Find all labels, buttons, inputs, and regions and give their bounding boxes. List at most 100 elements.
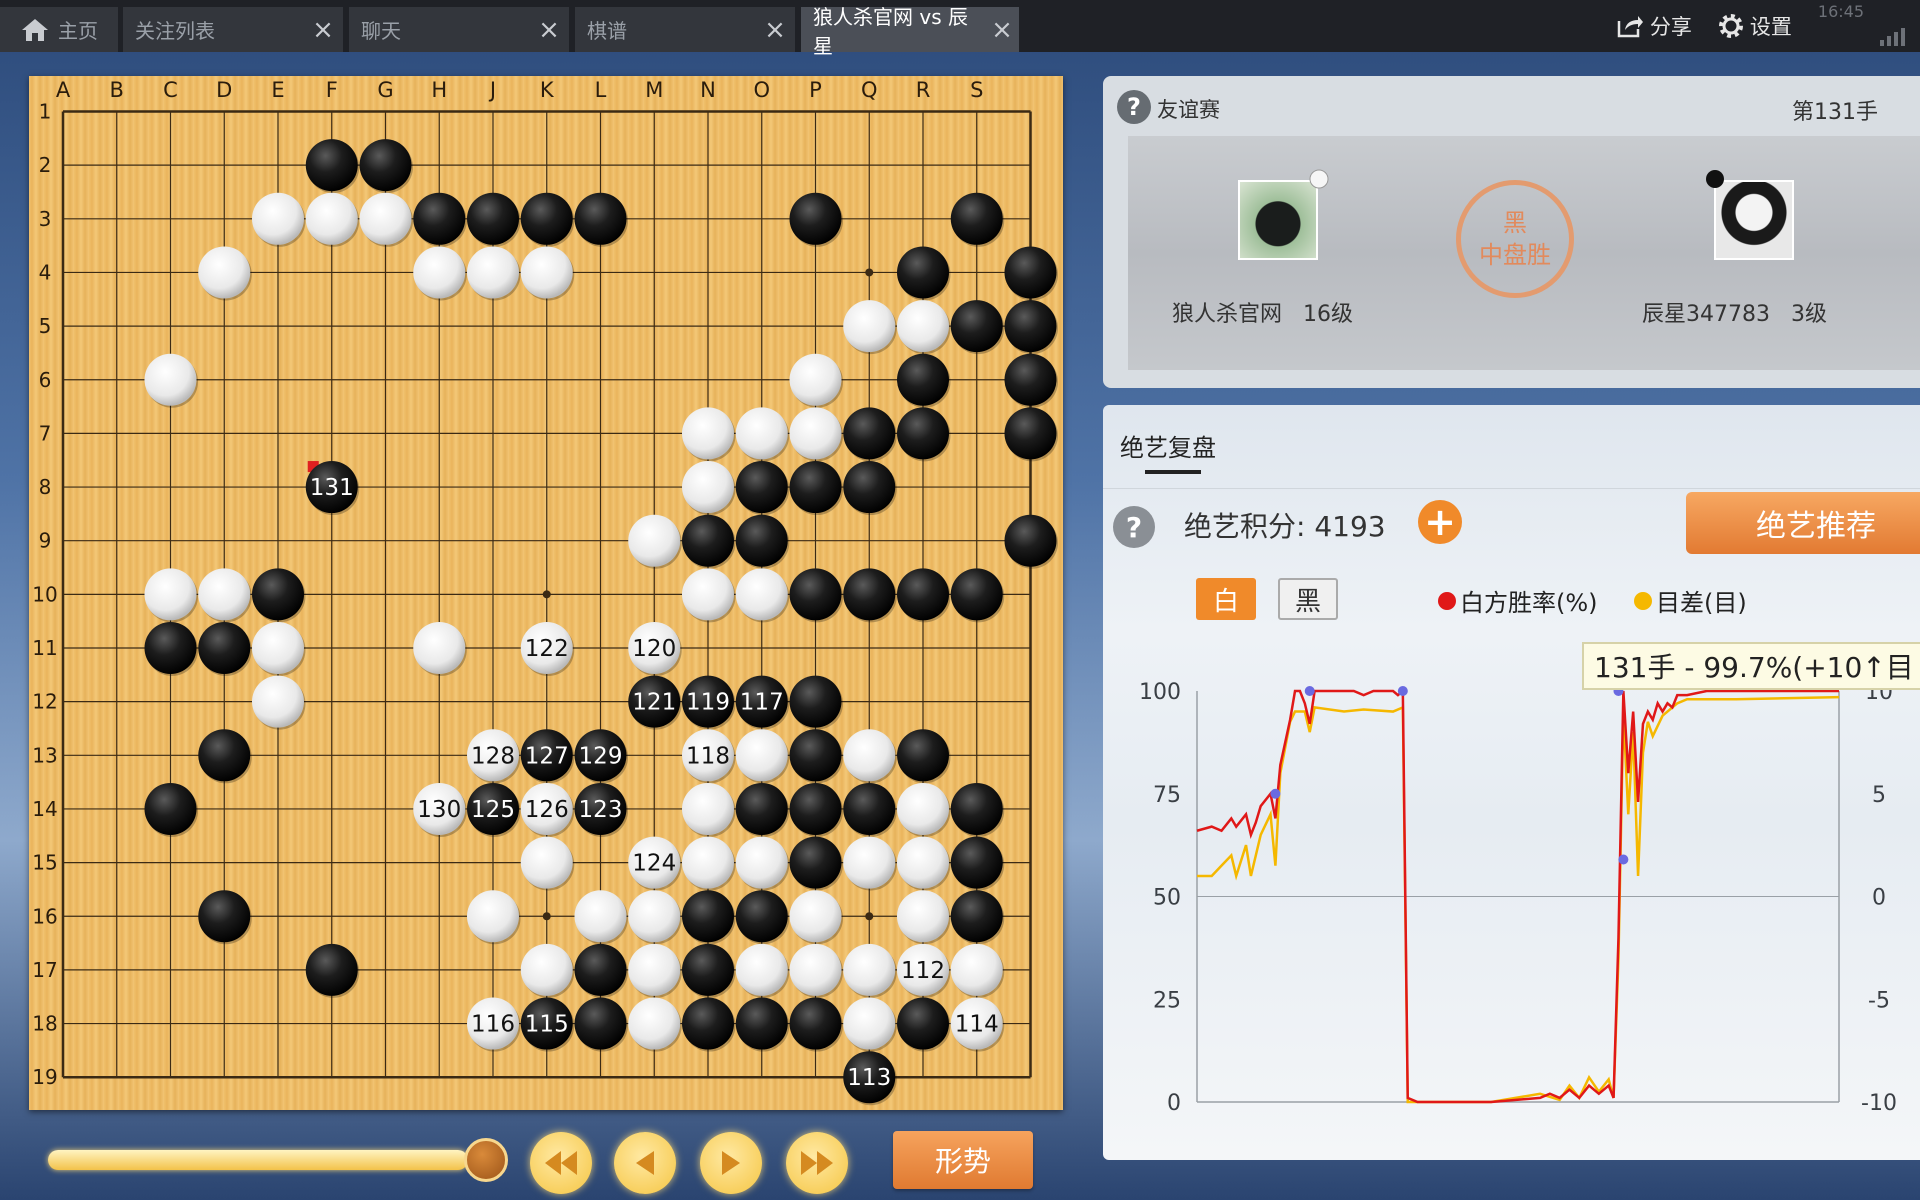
- share-label: 分享: [1649, 15, 1692, 39]
- stone-body: [682, 782, 734, 835]
- star-point: [542, 590, 551, 599]
- black-stone: [574, 943, 628, 998]
- add-score-button[interactable]: +: [1418, 500, 1462, 544]
- close-icon[interactable]: ×: [529, 15, 569, 45]
- move-slider[interactable]: [48, 1150, 468, 1170]
- situation-button[interactable]: 形势: [893, 1131, 1033, 1189]
- black-stone: [574, 997, 628, 1052]
- white-stone: [897, 836, 951, 891]
- black-stone: [682, 997, 736, 1052]
- y-right-tick-label: 5: [1872, 783, 1886, 808]
- column-label: G: [377, 78, 393, 102]
- stone-body: [467, 192, 519, 245]
- white-stone: [628, 997, 682, 1052]
- black-stone: [413, 192, 467, 247]
- tab-following[interactable]: 关注列表 ×: [123, 7, 343, 52]
- close-icon[interactable]: ×: [755, 15, 795, 45]
- close-icon[interactable]: ×: [985, 15, 1019, 45]
- first-move-button[interactable]: [530, 1132, 592, 1194]
- tab-current-game[interactable]: 狼人杀官网 vs 辰星 ×: [801, 5, 1019, 58]
- move-number-label: 123: [579, 797, 623, 823]
- black-player-avatar[interactable]: [1714, 180, 1794, 260]
- move-number-label: 128: [471, 743, 515, 769]
- prev-move-button[interactable]: [614, 1132, 676, 1194]
- row-label: 17: [32, 958, 57, 982]
- white-stone: 120: [628, 622, 682, 676]
- stone-body: [789, 461, 842, 514]
- stone-body: [897, 353, 949, 406]
- y-left-tick-label: 0: [1167, 1091, 1181, 1116]
- share-button[interactable]: 分享: [1616, 11, 1692, 41]
- chart-marker-point: [1618, 854, 1629, 865]
- move-number-label: 124: [632, 851, 676, 877]
- move-number-label: 130: [417, 797, 461, 823]
- black-stone: [950, 300, 1005, 355]
- next-move-button[interactable]: [700, 1132, 762, 1194]
- row-label: 19: [32, 1065, 57, 1089]
- white-stone: [682, 568, 736, 623]
- black-toggle-button[interactable]: 黑: [1278, 578, 1338, 620]
- stone-body: [735, 729, 788, 782]
- star-point: [865, 912, 874, 921]
- y-right-tick-label: 0: [1872, 886, 1886, 911]
- stone-body: [735, 514, 788, 567]
- white-player-avatar[interactable]: [1238, 180, 1318, 260]
- black-stone: 129: [574, 729, 628, 784]
- stone-body: [413, 192, 466, 245]
- stone-body: [628, 997, 681, 1050]
- row-label: 7: [39, 421, 52, 445]
- white-stone: 122: [520, 622, 575, 676]
- move-number-label: 131: [310, 475, 354, 501]
- stone-body: [843, 782, 896, 835]
- stone-body: [735, 461, 788, 514]
- column-label: O: [753, 78, 770, 102]
- white-stone: [682, 782, 736, 837]
- white-stone: [467, 246, 521, 301]
- winrate-chart[interactable]: 10075502501050-5-10: [1103, 680, 1920, 1120]
- slider-handle[interactable]: [464, 1138, 508, 1182]
- column-label: E: [271, 78, 284, 102]
- board-canvas[interactable]: A B C D E F G H J K L M N O P Q R S1234567891011121314151…: [29, 76, 1063, 1110]
- y-left-tick-label: 75: [1153, 783, 1181, 808]
- white-stone: [843, 997, 897, 1052]
- stone-body: [520, 943, 573, 996]
- white-stone: [789, 890, 843, 945]
- move-number-label: 125: [471, 797, 515, 823]
- go-board[interactable]: A B C D E F G H J K L M N O P Q R S 1 2 3 4 5 6 7 8 9 10 11 12 13 14 15 1…: [29, 76, 1063, 1110]
- help-icon[interactable]: ?: [1117, 90, 1151, 124]
- white-stone: [520, 246, 575, 301]
- tab-chat[interactable]: 聊天 ×: [349, 7, 569, 52]
- tab-home[interactable]: 主页: [0, 7, 118, 52]
- help-icon[interactable]: ?: [1113, 506, 1155, 548]
- stone-body: [1004, 300, 1057, 353]
- column-label: H: [431, 78, 447, 102]
- white-stone: [843, 836, 897, 891]
- legend-diff: 目差(目): [1634, 583, 1747, 618]
- white-player-rank: 16级: [1303, 302, 1353, 327]
- tab-ai-review[interactable]: 绝艺复盘: [1120, 428, 1216, 463]
- stone-body: [144, 782, 197, 835]
- settings-button[interactable]: 设置: [1718, 11, 1792, 41]
- stone-body: [789, 675, 842, 728]
- black-stone: [1004, 300, 1058, 355]
- stone-body: [897, 997, 949, 1050]
- close-icon[interactable]: ×: [303, 15, 343, 45]
- stone-body: [628, 514, 681, 567]
- legend-diff-label: 目差(目): [1656, 589, 1747, 617]
- stone-body: [682, 997, 734, 1050]
- column-label: A: [56, 78, 71, 102]
- game-type: 友谊赛: [1157, 98, 1220, 122]
- white-toggle-button[interactable]: 白: [1196, 578, 1256, 620]
- white-stone: [897, 890, 951, 945]
- black-stone: [950, 568, 1005, 623]
- move-number-label: 127: [525, 743, 569, 769]
- row-label: 4: [39, 260, 52, 284]
- ai-recommend-button[interactable]: 绝艺推荐: [1686, 492, 1920, 554]
- stone-body: [144, 622, 197, 674]
- tab-game-records[interactable]: 棋谱 ×: [575, 7, 795, 52]
- row-label: 6: [39, 368, 52, 392]
- black-player-rank: 3级: [1790, 302, 1827, 327]
- last-move-button[interactable]: [786, 1132, 848, 1194]
- star-point: [542, 912, 551, 921]
- series-diff-line: [1197, 695, 1840, 1104]
